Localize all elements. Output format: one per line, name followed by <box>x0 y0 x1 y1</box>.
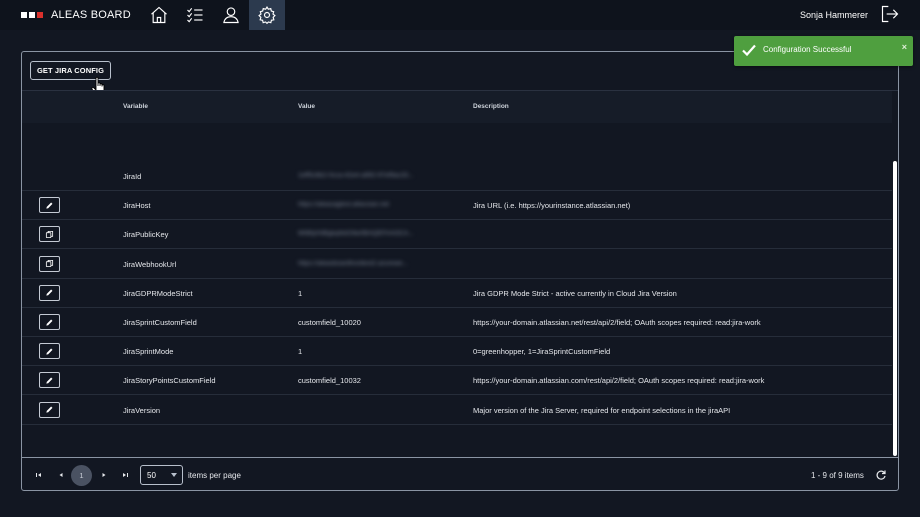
table-row: JiraHost https://aleasagtest.atlassian.ne… <box>22 191 898 221</box>
prev-page-button[interactable] <box>56 470 66 480</box>
cell-value: https://aleasboardhosttest2.azurewe... <box>298 259 408 267</box>
checkmark-icon <box>742 44 756 57</box>
cell-description: Jira GDPR Mode Strict - active currently… <box>473 288 677 298</box>
refresh-icon[interactable] <box>875 469 887 481</box>
cell-description: 0=greenhopper, 1=JiraSprintCustomField <box>473 347 611 357</box>
cell-variable: JiraSprintMode <box>123 347 174 357</box>
logo-square-1 <box>21 12 27 18</box>
table-row: JiraGDPRModeStrict 1 Jira GDPR Mode Strict… <box>22 279 898 308</box>
nav-settings[interactable] <box>248 0 285 30</box>
logout-icon <box>881 5 899 23</box>
gear-icon <box>258 6 276 25</box>
cell-variable: JiraHost <box>123 201 151 211</box>
edit-icon <box>46 319 53 326</box>
toast-close-button[interactable]: × <box>902 42 907 52</box>
prev-page-icon <box>59 473 63 477</box>
cell-variable: JiraId <box>123 172 142 181</box>
column-header-variable[interactable]: Variable <box>123 103 148 110</box>
table-row: JiraStoryPointsCustomField customfield_10… <box>22 366 898 396</box>
column-header-value[interactable]: Value <box>298 103 315 110</box>
logo-square-2 <box>29 12 35 18</box>
items-per-page-label: items per page <box>188 471 241 480</box>
cell-value: MIIBIjANBgkqhkiG9w0BAQEFAAOCA... <box>298 230 414 238</box>
edit-icon <box>46 406 53 413</box>
user-area: Sonja Hammerer <box>800 0 900 30</box>
first-page-icon <box>36 473 41 477</box>
page-size-select[interactable]: 50 <box>140 465 183 485</box>
nav-users[interactable] <box>213 0 249 30</box>
edit-icon <box>46 348 53 355</box>
table-scrollbar-thumb[interactable] <box>893 161 897 456</box>
brand-name: ALEAS BOARD <box>51 9 131 21</box>
table-row: JiraSprintCustomField customfield_10020 ht… <box>22 308 898 337</box>
copy-icon <box>45 230 54 238</box>
chevron-down-icon <box>171 473 177 477</box>
table-row: JiraWebhookUrl https://aleasboardhosttest… <box>22 250 898 279</box>
logout-button[interactable] <box>880 4 900 26</box>
cell-value: 1eff5c6b2-0cca-42e4-a992-97ef9ac33... <box>298 172 414 179</box>
top-bar: ALEAS BOARD Sonja Hammerer <box>0 0 920 30</box>
edit-icon <box>46 202 53 209</box>
checklist-icon <box>186 7 203 23</box>
cell-value: 1 <box>298 347 303 357</box>
nav-home[interactable] <box>141 0 177 30</box>
nav-tasks[interactable] <box>177 0 213 30</box>
items-count: 1 - 9 of 9 items <box>811 471 864 480</box>
edit-button[interactable] <box>39 343 60 360</box>
edit-icon <box>46 377 53 384</box>
cell-variable: JiraWebhookUrl <box>123 259 177 269</box>
config-panel: GET JIRA CONFIG Variable Value Descripti… <box>21 51 899 491</box>
last-page-button[interactable] <box>120 470 130 480</box>
cell-value: https://aleasagtest.atlassian.net <box>298 201 390 209</box>
edit-button[interactable] <box>39 401 60 418</box>
copy-button[interactable] <box>39 226 60 243</box>
home-icon <box>150 6 167 24</box>
logo-square-3 <box>37 12 43 18</box>
app-logo <box>21 12 43 18</box>
cell-description: https://your-domain.atlassian.com/rest/a… <box>473 376 765 386</box>
cell-variable: JiraVersion <box>123 405 161 415</box>
cell-description: https://your-domain.atlassian.net/rest/a… <box>473 318 761 327</box>
first-page-button[interactable] <box>34 470 44 480</box>
user-name: Sonja Hammerer <box>799 10 868 20</box>
edit-button[interactable] <box>39 284 60 301</box>
cell-variable: JiraStoryPointsCustomField <box>123 376 216 386</box>
success-toast: Configuration Successful × <box>734 36 913 66</box>
table-row: JiraId 1eff5c6b2-0cca-42e4-a992-97ef9ac33… <box>22 162 898 191</box>
current-page-button[interactable]: 1 <box>71 465 92 486</box>
cell-value: 1 <box>298 288 303 298</box>
cell-value: customfield_10020 <box>298 318 361 327</box>
pagination-bar: 1 50 items per page 1 - 9 of 9 items <box>22 457 898 491</box>
column-header-description[interactable]: Description <box>473 103 509 110</box>
main-nav <box>141 0 285 30</box>
last-page-icon <box>123 473 128 477</box>
user-icon <box>223 7 239 24</box>
edit-icon <box>46 289 53 296</box>
edit-button[interactable] <box>39 314 60 330</box>
table-row: JiraVersion Major version of the Jira Ser… <box>22 396 898 425</box>
edit-button[interactable] <box>39 372 60 389</box>
table-scrollbar[interactable] <box>892 91 898 457</box>
next-page-button[interactable] <box>99 470 109 480</box>
cell-variable: JiraGDPRModeStrict <box>123 288 193 298</box>
copy-icon <box>45 260 54 268</box>
copy-button[interactable] <box>39 255 60 272</box>
table-row: JiraSprintMode 1 0=greenhopper, 1=JiraSpri… <box>22 337 898 367</box>
table-header: Variable Value Description <box>22 91 898 123</box>
cell-description: Jira URL (i.e. https://yourinstance.atla… <box>473 201 631 211</box>
table-row: JiraPublicKey MIIBIjANBgkqhkiG9w0BAQEFAAO… <box>22 220 898 250</box>
cell-variable: JiraSprintCustomField <box>123 318 197 327</box>
cell-description: Major version of the Jira Server, requir… <box>473 405 731 415</box>
edit-button[interactable] <box>39 197 60 214</box>
page-size-value: 50 <box>147 470 156 480</box>
cell-value: customfield_10032 <box>298 376 361 386</box>
cell-variable: JiraPublicKey <box>123 230 169 240</box>
config-table: Variable Value Description JiraId 1eff5c6… <box>22 90 898 457</box>
toast-message: Configuration Successful <box>763 45 852 54</box>
next-page-icon <box>102 473 106 477</box>
